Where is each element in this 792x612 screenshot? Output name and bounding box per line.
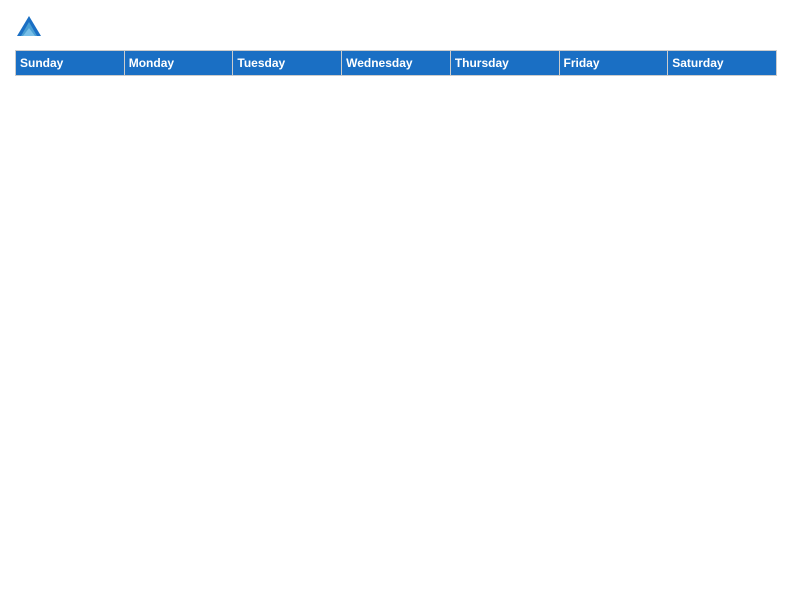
calendar-table: SundayMondayTuesdayWednesdayThursdayFrid… xyxy=(15,50,777,76)
weekday-header-tuesday: Tuesday xyxy=(233,51,342,76)
weekday-header-friday: Friday xyxy=(559,51,668,76)
header xyxy=(15,10,777,42)
weekday-header-row: SundayMondayTuesdayWednesdayThursdayFrid… xyxy=(16,51,777,76)
weekday-header-monday: Monday xyxy=(124,51,233,76)
weekday-header-saturday: Saturday xyxy=(668,51,777,76)
weekday-header-sunday: Sunday xyxy=(16,51,125,76)
logo-icon xyxy=(15,14,43,42)
weekday-header-thursday: Thursday xyxy=(450,51,559,76)
logo xyxy=(15,14,45,42)
weekday-header-wednesday: Wednesday xyxy=(342,51,451,76)
page-container: SundayMondayTuesdayWednesdayThursdayFrid… xyxy=(0,0,792,86)
